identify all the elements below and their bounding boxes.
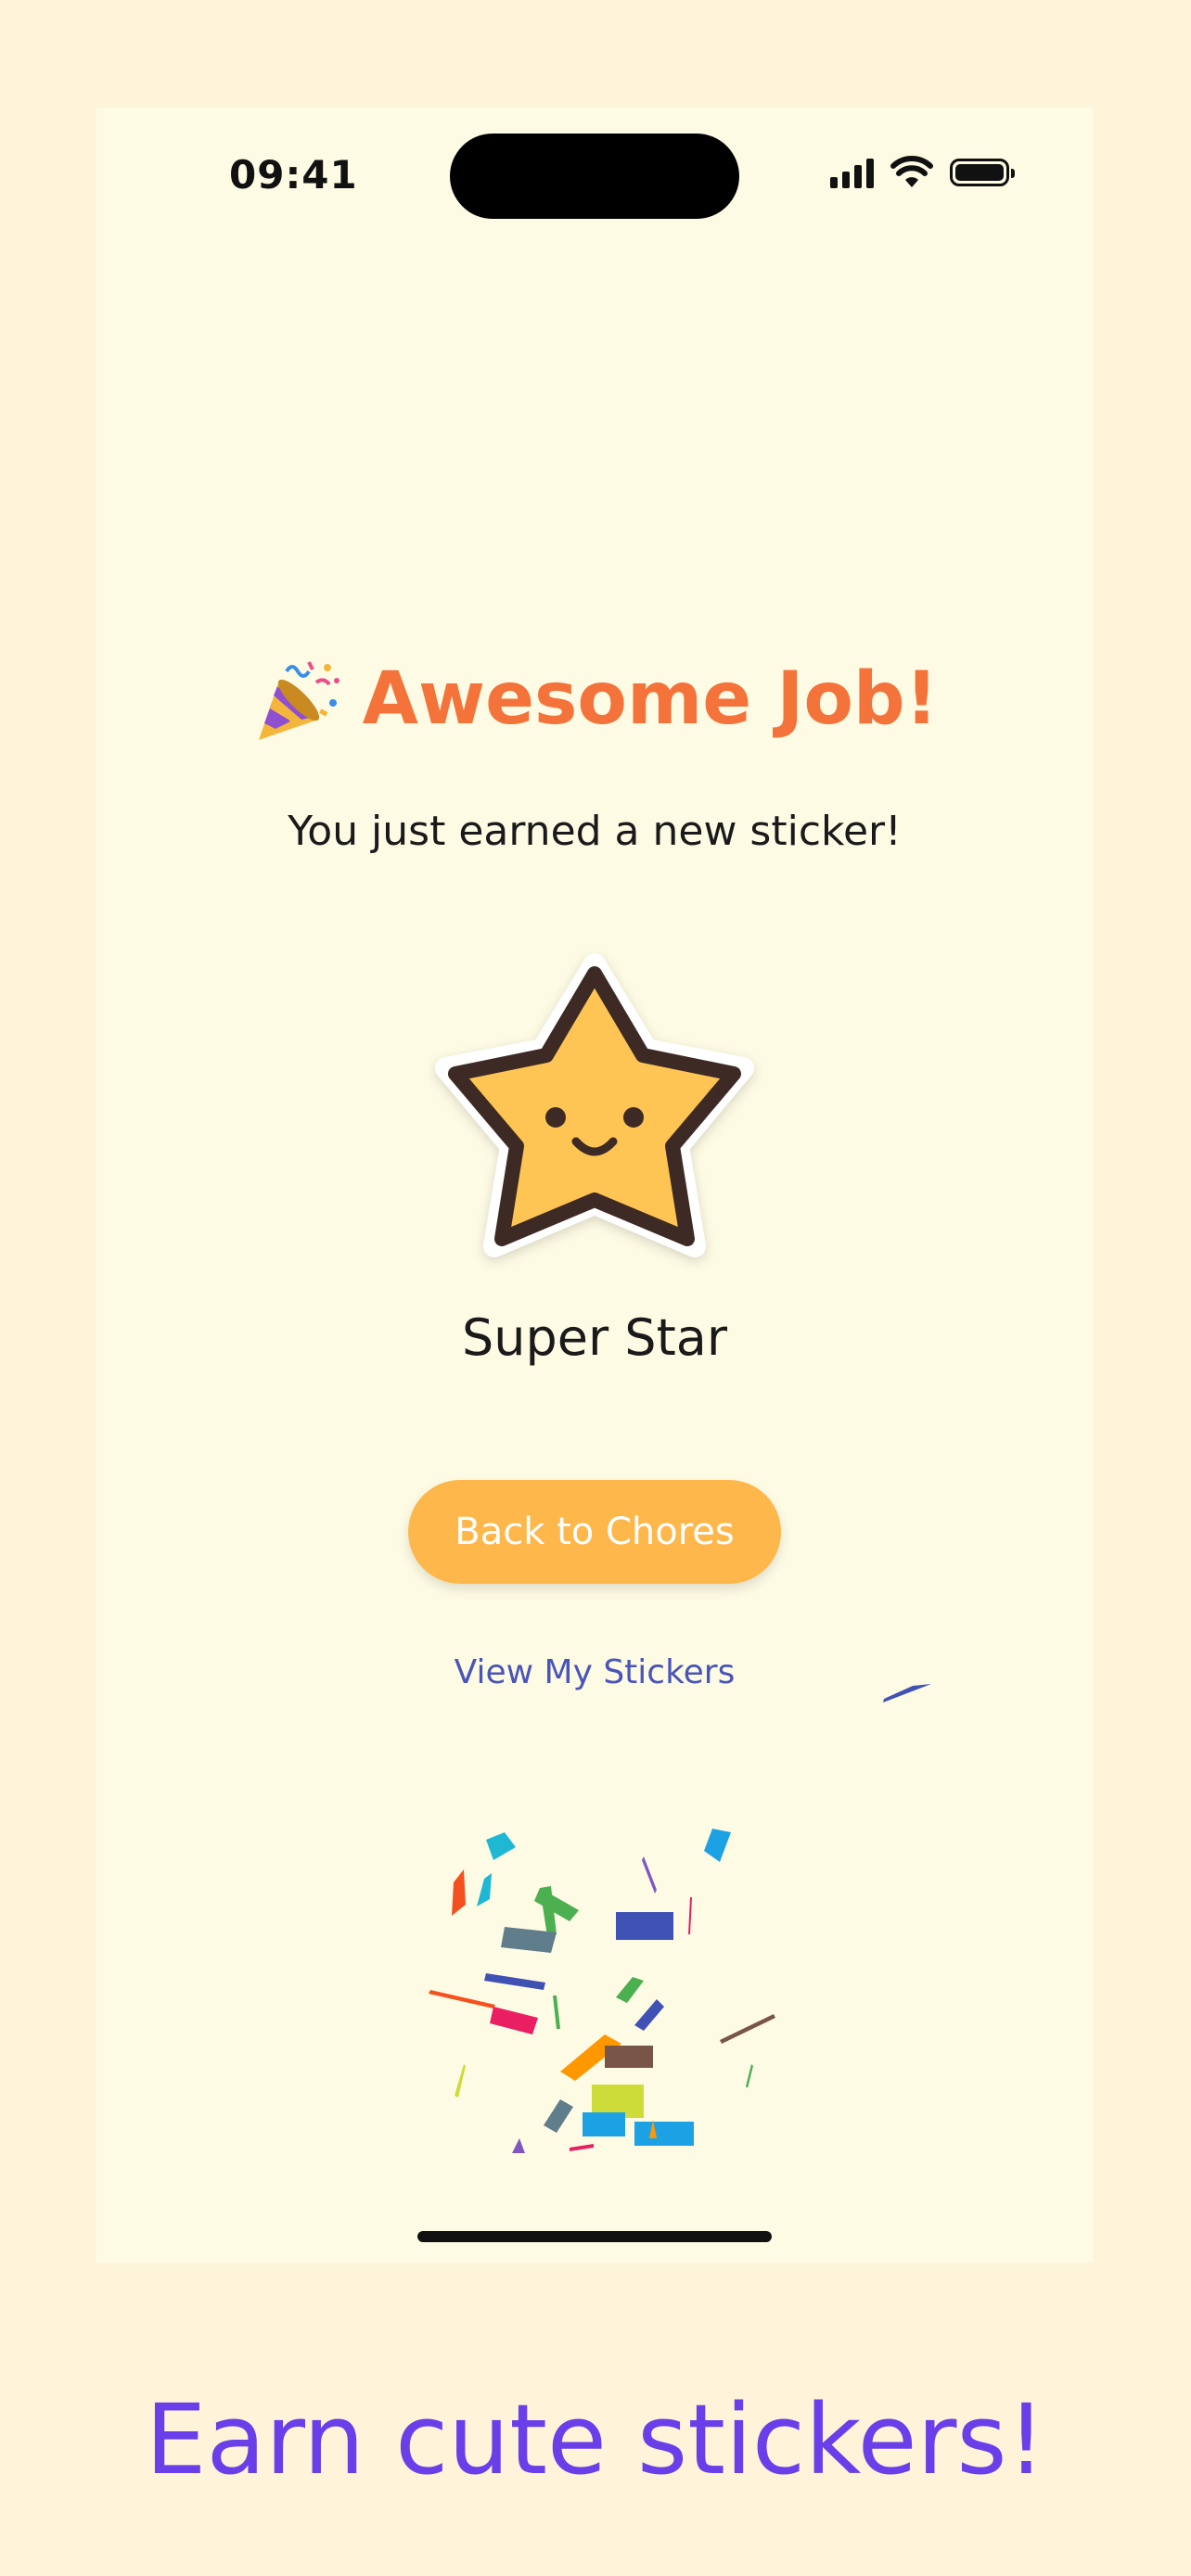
party-popper-icon bbox=[258, 661, 339, 740]
status-time: 09:41 bbox=[229, 152, 358, 198]
home-indicator bbox=[417, 2231, 772, 2242]
promo-caption: Earn cute stickers! bbox=[145, 2383, 1046, 2496]
super-star-sticker-icon bbox=[435, 953, 754, 1257]
wifi-icon bbox=[890, 156, 933, 187]
battery-icon bbox=[950, 159, 1015, 186]
sticker-name: Super Star bbox=[461, 1308, 728, 1367]
back-to-chores-button[interactable]: Back to Chores bbox=[408, 1480, 781, 1584]
reward-subtitle: You just earned a new sticker! bbox=[288, 808, 902, 855]
dynamic-island bbox=[450, 134, 739, 219]
page-title: Awesome Job! bbox=[362, 657, 939, 741]
cellular-signal-icon bbox=[830, 157, 874, 188]
celebration-title-row: Awesome Job! bbox=[96, 655, 1093, 744]
status-icons bbox=[830, 154, 1015, 191]
status-bar: 09:41 bbox=[96, 108, 1093, 247]
confetti-icon bbox=[429, 1684, 931, 2153]
phone-screen: 09:41 Awesome Job! You just earned a new… bbox=[96, 108, 1093, 2263]
